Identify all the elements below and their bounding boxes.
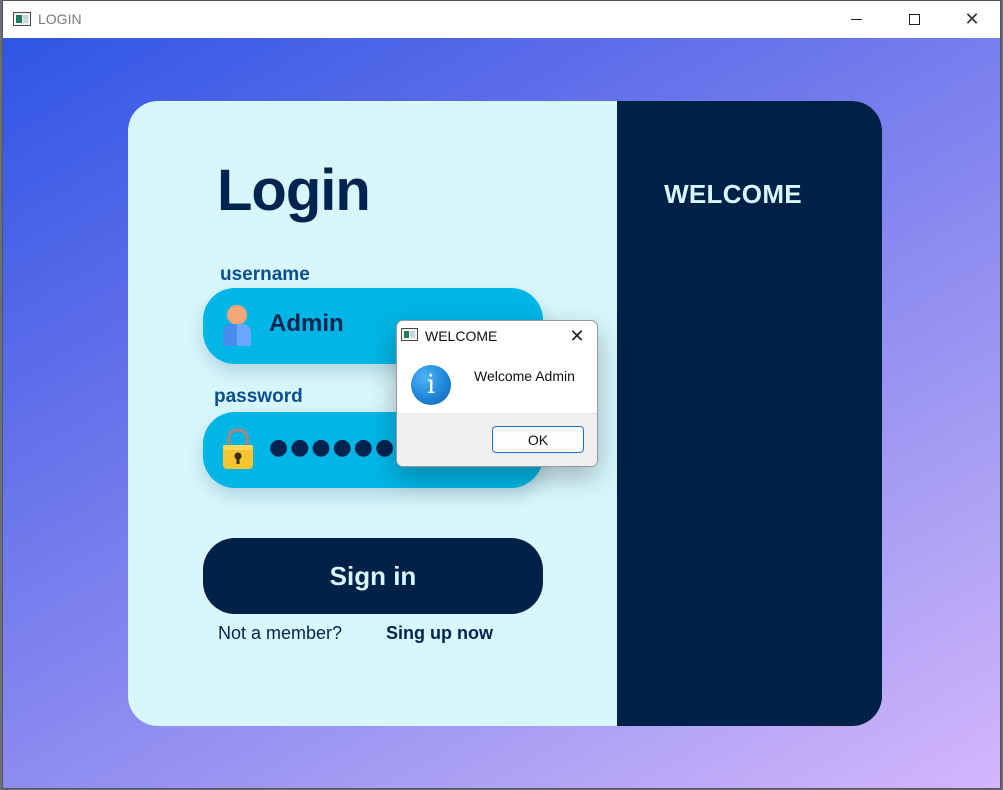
window-titlebar[interactable]: LOGIN ✕ [3,1,1000,38]
maximize-button[interactable] [891,1,937,38]
minimize-button[interactable] [833,1,879,38]
dialog-close-button[interactable]: ✕ [565,324,589,348]
app-icon [13,12,31,26]
user-icon [223,305,251,346]
password-label: password [214,386,303,407]
sign-up-link[interactable]: Sing up now [386,623,493,644]
welcome-dialog: WELCOME ✕ i Welcome Admin OK [396,320,598,467]
dialog-body: i Welcome Admin [397,351,597,413]
window-title: LOGIN [38,11,82,27]
lock-icon [223,428,253,469]
dialog-title: WELCOME [425,328,498,344]
page-title: Login [217,158,371,223]
sign-in-button[interactable]: Sign in [203,538,543,614]
ok-button[interactable]: OK [492,426,584,453]
username-label: username [220,264,310,285]
dialog-app-icon [401,328,418,341]
username-value: Admin [269,310,344,337]
dialog-footer: OK [397,413,597,466]
dialog-message: Welcome Admin [474,368,575,384]
not-member-text: Not a member? [218,623,343,643]
maximize-icon [908,14,920,25]
close-icon: ✕ [964,9,980,30]
close-button[interactable]: ✕ [949,1,995,38]
minimize-icon [850,19,862,20]
welcome-heading: WELCOME [664,179,802,209]
info-icon: i [411,365,451,405]
welcome-panel: WELCOME [617,101,882,726]
dialog-titlebar[interactable]: WELCOME ✕ [397,321,597,351]
